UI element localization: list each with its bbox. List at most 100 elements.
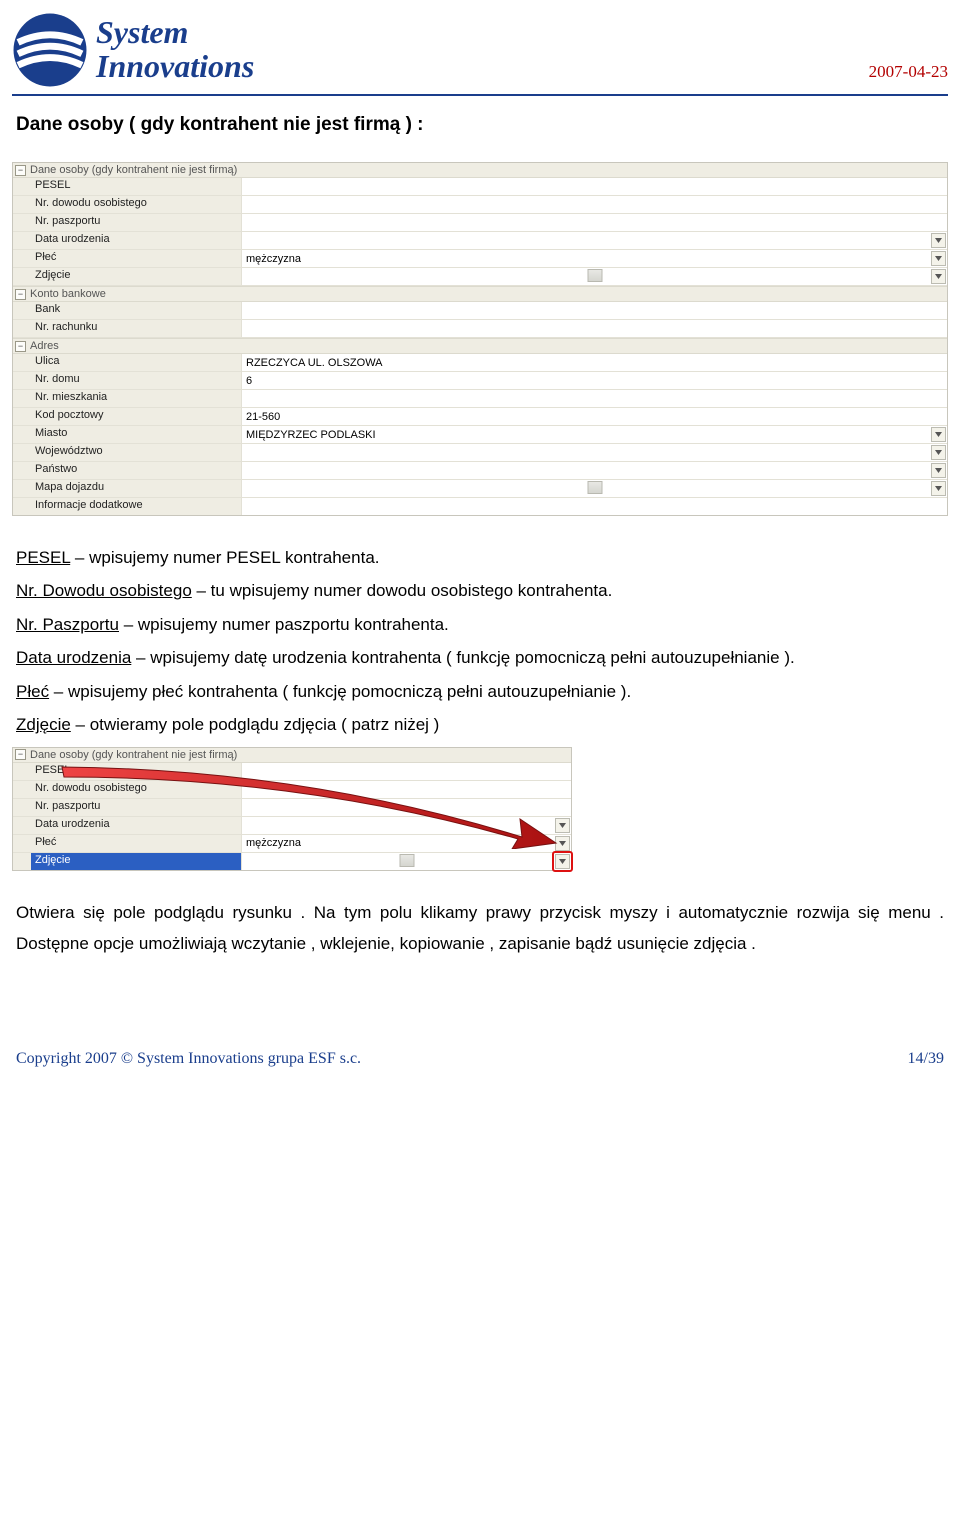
form-label: Nr. paszportu	[31, 799, 241, 816]
form-row: Nr. dowodu osobistego	[13, 196, 947, 214]
form-value[interactable]	[241, 178, 947, 195]
form-input[interactable]	[246, 251, 943, 266]
form-input[interactable]	[246, 836, 567, 851]
form-input[interactable]	[246, 818, 567, 833]
form-input[interactable]	[246, 355, 943, 370]
form-value[interactable]	[241, 268, 947, 285]
form-row: PESEL	[13, 178, 947, 196]
form-value[interactable]	[241, 408, 947, 425]
form-value[interactable]	[241, 817, 571, 834]
form-row: PESEL	[13, 763, 571, 781]
dropdown-button[interactable]	[555, 836, 570, 851]
form-value[interactable]	[241, 372, 947, 389]
dropdown-button[interactable]	[931, 251, 946, 266]
dropdown-button[interactable]	[931, 445, 946, 460]
collapse-button[interactable]: −	[15, 289, 26, 300]
form-row: Zdjęcie	[13, 268, 947, 286]
form-input[interactable]	[246, 179, 943, 194]
logo: System Innovations	[12, 12, 254, 88]
form-input[interactable]	[246, 215, 943, 230]
form-label: Nr. dowodu osobistego	[31, 781, 241, 798]
form-value[interactable]	[241, 444, 947, 461]
form-value[interactable]	[241, 763, 571, 780]
form-input[interactable]	[246, 445, 943, 460]
form-label: Zdjęcie	[31, 268, 241, 285]
page-footer: Copyright 2007 © System Innovations grup…	[12, 1050, 948, 1068]
collapse-button[interactable]: −	[15, 341, 26, 352]
text-line: Zdjęcie – otwieramy pole podglądu zdjęci…	[16, 709, 944, 740]
form-value[interactable]	[241, 232, 947, 249]
form-value[interactable]	[241, 498, 947, 515]
group-title: Dane osoby (gdy kontrahent nie jest firm…	[30, 164, 237, 176]
form-input[interactable]	[246, 197, 943, 212]
dropdown-button[interactable]	[931, 269, 946, 284]
form-value[interactable]	[241, 835, 571, 852]
footer-copyright: Copyright 2007 © System Innovations grup…	[16, 1050, 361, 1068]
form-value[interactable]	[241, 799, 571, 816]
text-block-2: Otwiera się pole podglądu rysunku . Na t…	[16, 897, 944, 960]
dropdown-button[interactable]	[931, 427, 946, 442]
form-value[interactable]	[241, 781, 571, 798]
form-value[interactable]	[241, 250, 947, 267]
form-label: Nr. mieszkania	[31, 390, 241, 407]
form-input[interactable]	[246, 233, 943, 248]
form-value[interactable]	[241, 390, 947, 407]
text-underline: Data urodzenia	[16, 648, 131, 667]
form-input[interactable]	[246, 303, 943, 318]
dropdown-button[interactable]	[931, 233, 946, 248]
form-value[interactable]	[241, 462, 947, 479]
form-label: Ulica	[31, 354, 241, 371]
form-input[interactable]	[246, 409, 943, 424]
text-underline: Nr. Dowodu osobistego	[16, 581, 192, 600]
dropdown-button[interactable]	[555, 818, 570, 833]
form-input[interactable]	[246, 463, 943, 478]
collapse-button[interactable]: −	[15, 165, 26, 176]
page-header: System Innovations 2007-04-23	[12, 12, 948, 96]
form-value[interactable]	[241, 426, 947, 443]
form-label: Nr. dowodu osobistego	[31, 196, 241, 213]
logo-text: System Innovations	[96, 16, 254, 83]
form-row: Kod pocztowy	[13, 408, 947, 426]
form-panel-2: −Dane osoby (gdy kontrahent nie jest fir…	[12, 747, 572, 871]
form-row: Państwo	[13, 462, 947, 480]
form-label: PESEL	[31, 178, 241, 195]
form-label: Nr. rachunku	[31, 320, 241, 337]
form-value[interactable]	[241, 302, 947, 319]
form-input[interactable]	[246, 373, 943, 388]
form-value[interactable]	[241, 354, 947, 371]
image-placeholder-icon	[587, 481, 602, 494]
form-value[interactable]	[241, 853, 571, 870]
text-underline: Zdjęcie	[16, 715, 71, 734]
dropdown-button[interactable]	[931, 481, 946, 496]
form-label: PESEL	[31, 763, 241, 780]
form-row: Nr. domu	[13, 372, 947, 390]
group-header: −Dane osoby (gdy kontrahent nie jest fir…	[13, 163, 947, 178]
form-value[interactable]	[241, 196, 947, 213]
dropdown-button[interactable]	[931, 463, 946, 478]
form-input[interactable]	[246, 391, 943, 406]
collapse-button[interactable]: −	[15, 749, 26, 760]
section-title: Dane osoby ( gdy kontrahent nie jest fir…	[16, 114, 948, 136]
form-value[interactable]	[241, 214, 947, 231]
form-label: Data urodzenia	[31, 232, 241, 249]
text-underline: Płeć	[16, 682, 49, 701]
form-value[interactable]	[241, 480, 947, 497]
form-row: Informacje dodatkowe	[13, 498, 947, 515]
form-row: Płeć	[13, 835, 571, 853]
group-title: Konto bankowe	[30, 288, 106, 300]
form-row: Ulica	[13, 354, 947, 372]
text-underline: Nr. Paszportu	[16, 615, 119, 634]
form-label: Bank	[31, 302, 241, 319]
form-input[interactable]	[246, 321, 943, 336]
form-input[interactable]	[246, 499, 943, 514]
form-input[interactable]	[246, 782, 567, 797]
dropdown-button[interactable]	[555, 854, 570, 869]
form-input[interactable]	[246, 764, 567, 779]
form-value[interactable]	[241, 320, 947, 337]
text-line: PESEL – wpisujemy numer PESEL kontrahent…	[16, 542, 944, 573]
form-row: Bank	[13, 302, 947, 320]
form-input[interactable]	[246, 800, 567, 815]
header-date: 2007-04-23	[869, 62, 948, 88]
form-input[interactable]	[246, 427, 943, 442]
form-row: Nr. paszportu	[13, 799, 571, 817]
